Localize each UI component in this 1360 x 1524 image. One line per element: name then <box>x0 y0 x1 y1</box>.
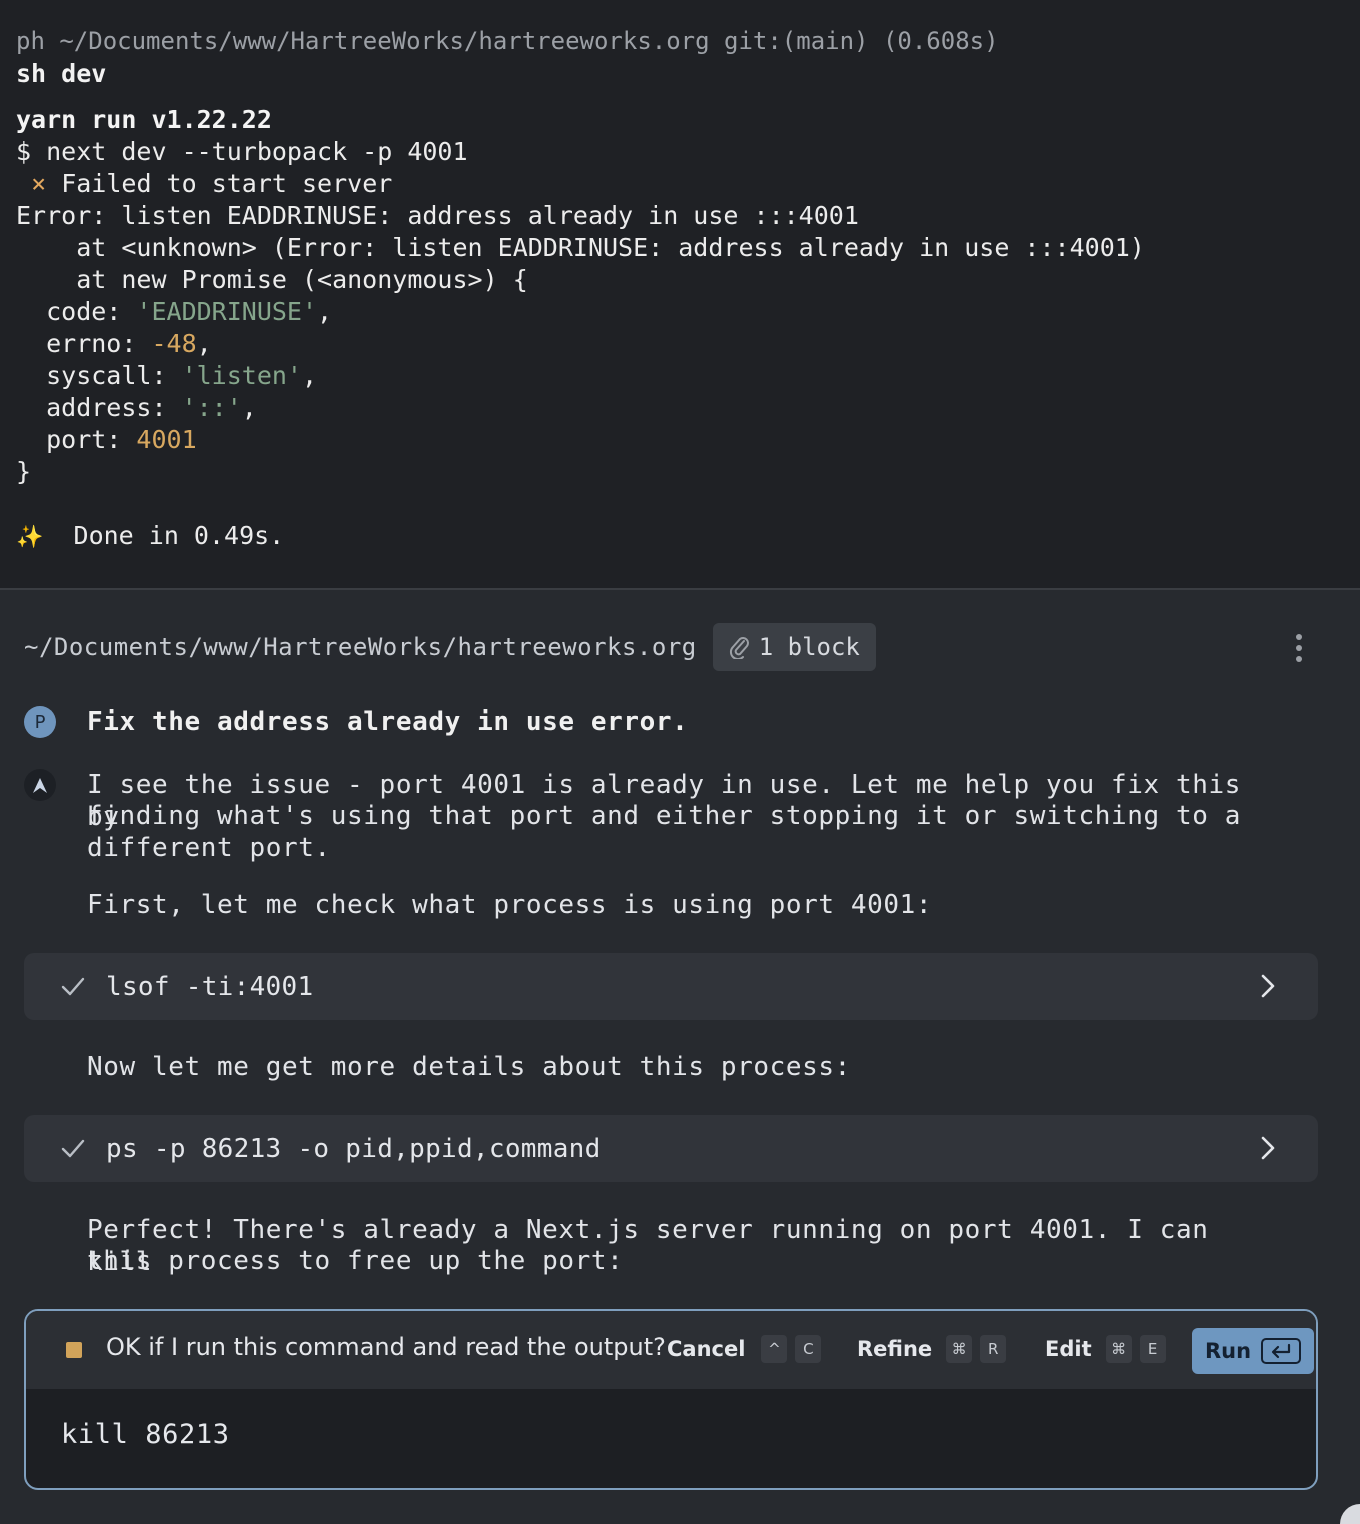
close-brace: } <box>16 457 32 486</box>
agent-message: Now let me get more details about this p… <box>24 1051 1324 1085</box>
attachment-label: 1 block <box>758 633 860 661</box>
permission-bar: OK if I run this command and read the ou… <box>26 1311 1316 1389</box>
user-message-text: Fix the address already in use error. <box>87 707 689 737</box>
cancel-label: Cancel <box>667 1337 746 1361</box>
agent-message: First, let me check what process is usin… <box>24 889 1324 923</box>
terminal-prompt: ph ~/Documents/www/HartreeWorks/hartreew… <box>16 27 999 55</box>
code-key: code: <box>16 297 137 326</box>
agent-message-line: different port. <box>87 833 331 863</box>
fail-text: Failed to start server <box>61 169 393 198</box>
agent-message-line: Now let me get more details about this p… <box>87 1052 851 1082</box>
agent-message-line: finding what's using that port and eithe… <box>87 801 1241 831</box>
edit-label: Edit <box>1045 1337 1092 1361</box>
sparkle-icon: ✨ <box>16 525 44 550</box>
refine-button[interactable]: Refine ⌘ R <box>857 1335 1007 1363</box>
run-label: Run <box>1204 1339 1252 1363</box>
refine-label: Refine <box>857 1337 933 1361</box>
edit-button[interactable]: Edit ⌘ E <box>1045 1335 1166 1363</box>
syscall-key: syscall: <box>16 361 182 390</box>
chevron-right-icon[interactable] <box>1258 1135 1278 1161</box>
error-line: Error: listen EADDRINUSE: address alread… <box>16 201 859 230</box>
errno-value: -48 <box>151 329 197 358</box>
command-text: lsof -ti:4001 <box>106 971 314 1002</box>
check-icon <box>61 1139 85 1158</box>
fail-mark-icon: × <box>31 169 47 198</box>
corner-indicator <box>1340 1504 1360 1524</box>
port-key: port: <box>16 425 137 454</box>
command-text: ps -p 86213 -o pid,ppid,command <box>106 1133 601 1164</box>
yarn-header: yarn run v1.22.22 <box>16 105 272 134</box>
ctrl-key-hint: ^ <box>761 1335 788 1363</box>
errno-key: errno: <box>16 329 152 358</box>
attachment-chip[interactable]: 1 block <box>712 623 876 671</box>
command-block-ps[interactable]: ps -p 86213 -o pid,ppid,command <box>24 1115 1318 1182</box>
permission-question: OK if I run this command and read the ou… <box>106 1333 666 1361</box>
agent-avatar <box>24 769 56 801</box>
paperclip-icon <box>729 637 749 659</box>
cmd-key-hint: ⌘ <box>946 1335 973 1363</box>
code-value: 'EADDRINUSE' <box>136 297 318 326</box>
run-button[interactable]: Run <box>1192 1328 1314 1374</box>
stack-line: at new Promise (<anonymous>) { <box>16 265 528 294</box>
port-value: 4001 <box>136 425 197 454</box>
session-cwd: ~/Documents/www/HartreeWorks/hartreework… <box>24 633 697 661</box>
stack-line: at <unknown> (Error: listen EADDRINUSE: … <box>16 233 1145 262</box>
agent-message: I see the issue - port 4001 is already i… <box>24 769 1324 869</box>
command-block-lsof[interactable]: lsof -ti:4001 <box>24 953 1318 1020</box>
address-value: '::' <box>181 393 242 422</box>
done-text: Done in 0.49s. <box>73 521 285 550</box>
pending-square-icon <box>66 1342 82 1358</box>
user-avatar: P <box>24 706 56 738</box>
more-options-icon[interactable] <box>1294 634 1304 662</box>
cancel-button[interactable]: Cancel ^ C <box>667 1335 822 1363</box>
terminal-command: sh dev <box>16 59 107 88</box>
enter-key-icon <box>1261 1338 1302 1364</box>
agent-logo-icon <box>33 778 47 793</box>
agent-message: Perfect! There's already a Next.js serve… <box>24 1214 1324 1280</box>
r-key-hint: R <box>980 1335 1007 1363</box>
chevron-right-icon[interactable] <box>1258 973 1278 999</box>
c-key-hint: C <box>795 1335 822 1363</box>
permission-command: kill 86213 <box>61 1419 230 1450</box>
agent-message-line: this process to free up the port: <box>87 1246 624 1276</box>
cmd-key-hint: ⌘ <box>1105 1335 1132 1363</box>
syscall-value: 'listen' <box>181 361 302 390</box>
terminal-block[interactable]: ph ~/Documents/www/HartreeWorks/hartreew… <box>0 0 1360 590</box>
session-header: ~/Documents/www/HartreeWorks/hartreework… <box>24 622 1324 672</box>
run-line: $ next dev --turbopack -p 4001 <box>16 137 468 166</box>
address-key: address: <box>16 393 182 422</box>
agent-message-line: First, let me check what process is usin… <box>87 890 933 920</box>
check-icon <box>61 977 85 996</box>
e-key-hint: E <box>1139 1335 1166 1363</box>
permission-card: OK if I run this command and read the ou… <box>24 1309 1318 1490</box>
user-message: P Fix the address already in use error. <box>24 706 1324 740</box>
